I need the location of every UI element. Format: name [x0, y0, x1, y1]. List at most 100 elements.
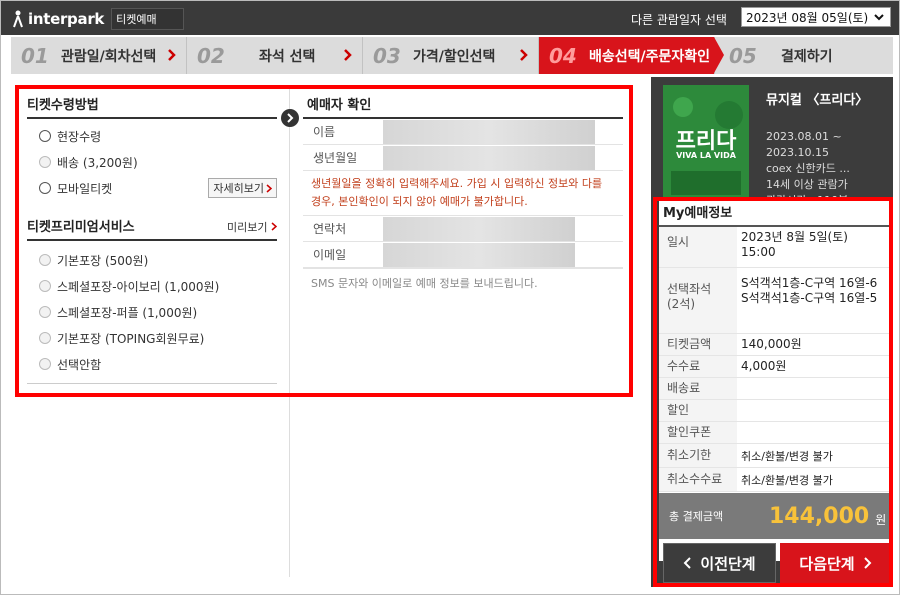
show-period-start: 2023.08.01 ~	[766, 130, 842, 143]
show-age: 14세 이상 관람가	[766, 178, 848, 191]
preview-link-label: 미리보기	[227, 221, 268, 234]
step-5[interactable]: 05 결제하기	[715, 37, 893, 74]
delivery-option-shipping[interactable]: 배송 (3,200원)	[27, 149, 277, 175]
arrow-right-circle-icon	[281, 109, 299, 127]
table-row: 할인	[659, 399, 893, 422]
option-label: 기본포장 (500원)	[57, 253, 149, 268]
date-label: 다른 관람일자 선택	[631, 13, 727, 27]
step-4-active[interactable]: 04 배송선택/주문자확인	[539, 37, 724, 74]
show-period-end: 2023.10.15	[766, 146, 829, 159]
nav-buttons: 이전단계 다음단계	[663, 543, 891, 583]
birth-row: 생년월일	[303, 145, 623, 171]
table-row: 취소기한 취소/환불/변경 불가	[659, 443, 893, 468]
step-number: 02	[197, 43, 225, 68]
phone-row: 연락처	[303, 216, 623, 242]
prev-step-button[interactable]: 이전단계	[663, 543, 776, 583]
cancel-deadline: 취소/환불/변경 불가	[737, 443, 893, 468]
chevron-right-icon	[344, 49, 352, 61]
row-value: S석객석1층-C구역 16열-6 S석객석1층-C구역 16열-5	[737, 267, 893, 334]
option-label: 모바일티켓	[57, 181, 113, 196]
step-label: 배송선택/주문자확인	[589, 48, 711, 65]
step-2[interactable]: 02 좌석 선택	[187, 37, 363, 74]
radio-button[interactable]	[39, 280, 51, 292]
show-poster: 프리다 VIVA LA VIDA	[663, 85, 749, 203]
chevron-right-icon	[520, 49, 528, 61]
email-label: 이메일	[313, 248, 347, 262]
step-label: 좌석 선택	[259, 48, 316, 65]
preview-link[interactable]: 미리보기	[227, 215, 278, 239]
page: interpark 티켓예매 다른 관람일자 선택 2023년 08월 05일(…	[0, 0, 900, 595]
cancel-fee: 취소/환불/변경 불가	[737, 467, 893, 492]
premium-title-text: 티켓프리미엄서비스	[27, 220, 135, 235]
row-value	[737, 421, 893, 444]
seat-line: S석객석1층-C구역 16열-6	[741, 275, 878, 290]
premium-title: 티켓프리미엄서비스 미리보기	[27, 215, 278, 241]
phone-input-blurred[interactable]	[383, 216, 575, 241]
logo[interactable]: interpark 티켓예매	[11, 8, 184, 30]
step-1[interactable]: 01 관람일/회차선택	[11, 37, 187, 74]
row-value	[737, 399, 893, 422]
step-label: 결제하기	[781, 48, 833, 65]
table-row: 취소수수료 취소/환불/변경 불가	[659, 467, 893, 492]
date-select[interactable]: 2023년 08월 05일(토)	[741, 7, 891, 27]
option-label: 현장수령	[57, 129, 102, 144]
name-value-blurred	[383, 119, 595, 144]
premium-option[interactable]: 기본포장 (500원)	[27, 247, 277, 273]
premium-option[interactable]: 스페셜포장-아이보리 (1,000원)	[27, 273, 277, 299]
delivery-option-onsite[interactable]: 현장수령	[27, 123, 277, 149]
premium-option[interactable]: 기본포장 (TOPING회원무료)	[27, 325, 277, 351]
row-label: 티켓금액	[659, 333, 737, 356]
step-label: 관람일/회차선택	[61, 48, 157, 65]
name-row: 이름	[303, 119, 623, 145]
premium-option[interactable]: 선택안함	[27, 351, 277, 377]
show-info: 2023.08.01 ~ 2023.10.15 coex 신한카드 ... 14…	[766, 129, 850, 209]
time-line: 15:00	[741, 245, 776, 259]
my-booking-title: My예매정보	[659, 201, 893, 227]
name-label: 이름	[313, 125, 336, 139]
total-payment: 총 결제금액 144,000 원	[659, 493, 893, 539]
interpark-logo-icon	[13, 10, 23, 28]
summary-panel: 프리다 VIVA LA VIDA 뮤지컬 〈프리다〉 2023.08.01 ~ …	[651, 77, 893, 587]
next-step-label: 다음단계	[799, 554, 855, 573]
step-navigation: 01 관람일/회차선택 02 좌석 선택 03 가격/할인선택 04 배송선택/…	[11, 37, 893, 74]
radio-button[interactable]	[39, 130, 51, 142]
radio-button[interactable]	[39, 182, 51, 194]
step-label: 가격/할인선택	[413, 48, 496, 65]
chevron-right-icon	[266, 183, 272, 193]
step-number: 03	[373, 43, 401, 68]
row-label: 배송료	[659, 377, 737, 400]
poster-subtitle: VIVA LA VIDA	[676, 151, 736, 160]
radio-button[interactable]	[39, 332, 51, 344]
detail-button[interactable]: 자세히보기	[208, 178, 277, 198]
chevron-left-icon	[683, 557, 692, 569]
birth-input-blurred[interactable]	[383, 145, 595, 170]
radio-button[interactable]	[39, 306, 51, 318]
ticket-amount: 140,000원	[737, 333, 893, 356]
chevron-down-icon	[874, 14, 884, 21]
date-value: 2023년 08월 05일(토)	[746, 10, 869, 25]
radio-button[interactable]	[39, 358, 51, 370]
table-row: 티켓금액 140,000원	[659, 333, 893, 356]
total-unit: 원	[875, 512, 887, 527]
booker-title-text: 예매자 확인	[307, 98, 372, 113]
top-bar: interpark 티켓예매 다른 관람일자 선택 2023년 08월 05일(…	[1, 1, 899, 35]
step-number: 05	[729, 43, 757, 68]
seat-label: 선택좌석	[667, 281, 712, 296]
booker-section: 예매자 확인 이름 생년월일 생년월일을 정확히 입력해주세요. 가입 시 입력…	[303, 93, 623, 297]
radio-button[interactable]	[39, 156, 51, 168]
premium-option[interactable]: 스페셜포장-퍼플 (1,000원)	[27, 299, 277, 325]
row-value: 2023년 8월 5일(토) 15:00	[737, 227, 893, 268]
step-3[interactable]: 03 가격/할인선택	[363, 37, 539, 74]
booking-table: 일시 2023년 8월 5일(토) 15:00 선택좌석 (2석) S석객석1층-C…	[659, 227, 893, 492]
radio-button[interactable]	[39, 254, 51, 266]
next-step-button[interactable]: 다음단계	[780, 543, 891, 583]
delivery-option-mobile[interactable]: 모바일티켓 자세히보기	[27, 175, 277, 201]
row-label: 취소기한	[659, 443, 737, 468]
row-label: 일시	[659, 227, 737, 268]
email-input-blurred[interactable]	[383, 242, 575, 267]
row-label: 취소수수료	[659, 467, 737, 492]
seat-line: S석객석1층-C구역 16열-5	[741, 290, 878, 305]
total-label: 총 결제금액	[669, 510, 724, 523]
date-line: 2023년 8월 5일(토)	[741, 230, 848, 244]
prev-step-label: 이전단계	[700, 554, 756, 573]
